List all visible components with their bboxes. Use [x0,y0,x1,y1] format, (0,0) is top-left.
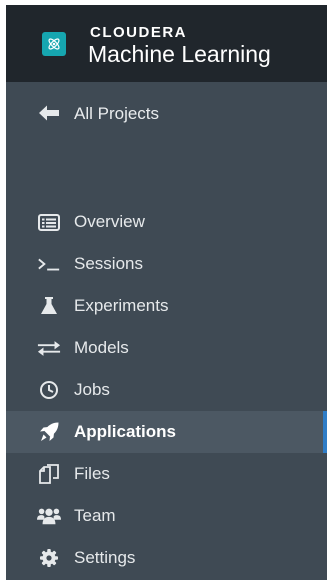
nav-item-models[interactable]: Models [6,327,327,369]
nav-item-label: Files [74,464,110,483]
nav-item-label: Models [74,338,129,357]
all-projects-label: All Projects [74,104,160,123]
nav-item-label: Jobs [74,380,110,399]
flask-icon [37,296,61,316]
sidebar: CLOUDERA Machine Learning All Projects O… [6,5,327,580]
terminal-icon [37,254,61,274]
brand-product: Machine Learning [88,41,271,67]
clock-icon [37,380,61,400]
rocket-icon [37,422,61,442]
files-icon [37,464,61,484]
brand-company: CLOUDERA [90,24,187,41]
nav-item-label: Team [74,506,116,525]
nav-item-team[interactable]: Team [6,495,327,537]
nav-item-settings[interactable]: Settings [6,537,327,579]
users-icon [37,506,61,526]
list-icon [37,212,61,232]
brand-header: CLOUDERA Machine Learning [6,5,327,82]
nav-item-jobs[interactable]: Jobs [6,369,327,411]
all-projects-link[interactable]: All Projects [6,96,327,130]
nav-item-label: Experiments [74,296,169,315]
nav-item-experiments[interactable]: Experiments [6,285,327,327]
nav-item-label: Applications [74,422,177,441]
atom-icon [42,32,66,56]
arrow-left-icon [38,104,60,122]
nav-item-label: Overview [74,212,145,231]
nav-item-applications[interactable]: Applications [6,411,327,453]
nav-item-overview[interactable]: Overview [6,201,327,243]
nav-item-sessions[interactable]: Sessions [6,243,327,285]
arrows-exchange-icon [37,338,61,358]
nav-item-files[interactable]: Files [6,453,327,495]
nav-item-label: Sessions [74,254,143,273]
gear-icon [37,548,61,568]
nav-item-label: Settings [74,548,136,567]
